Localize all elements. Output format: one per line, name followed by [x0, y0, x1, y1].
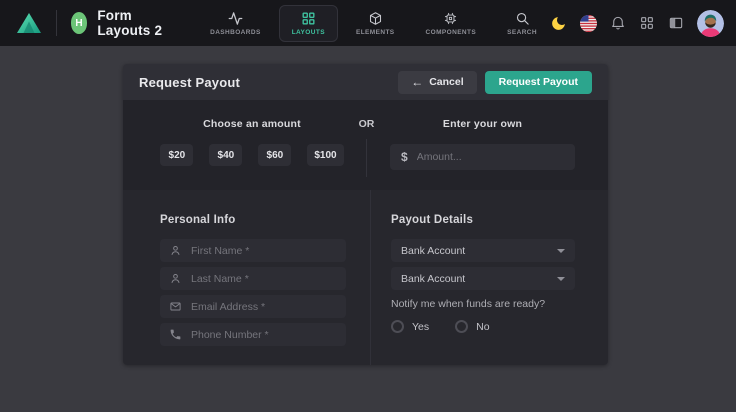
chevron-down-icon: [557, 277, 565, 281]
notify-question-label: Notify me when funds are ready?: [391, 298, 575, 310]
page-title: Form Layouts 2: [97, 8, 175, 38]
email-field: [160, 295, 346, 318]
phone-field: [160, 323, 346, 346]
card-title: Request Payout: [139, 75, 240, 90]
preset-amount-40[interactable]: $40: [209, 144, 242, 166]
first-name-input[interactable]: [191, 245, 337, 257]
envelope-icon: [169, 300, 182, 313]
or-divider-line: [366, 139, 367, 177]
person-icon: [169, 244, 182, 257]
menu-item-components[interactable]: COMPONENTS: [413, 5, 490, 42]
select-value: Bank Account: [401, 273, 465, 285]
bank-account-select-1[interactable]: Bank Account: [391, 239, 575, 262]
phone-icon: [169, 328, 182, 341]
notify-radio-group: Yes No: [391, 320, 575, 333]
card-body: Personal Info: [123, 190, 608, 365]
amount-presets: $20 $40 $60 $100: [160, 144, 343, 166]
radio-yes[interactable]: Yes: [391, 320, 429, 333]
triangle-logo-icon: [16, 12, 42, 34]
personal-info-column: Personal Info: [160, 190, 370, 365]
payout-details-heading: Payout Details: [391, 214, 575, 226]
bank-account-select-2[interactable]: Bank Account: [391, 267, 575, 290]
chip-icon: [443, 11, 458, 26]
sidebar-toggle-icon: [668, 15, 684, 31]
or-label: OR: [359, 118, 375, 130]
menu-label: SEARCH: [507, 29, 537, 36]
menu-item-elements[interactable]: ELEMENTS: [343, 5, 408, 42]
top-navbar: H Form Layouts 2 DASHBOARDS LAYOUTS ELEM…: [0, 0, 736, 46]
chevron-down-icon: [557, 249, 565, 253]
enter-your-own-group: Enter your own $: [390, 118, 575, 190]
language-selector[interactable]: [580, 15, 597, 32]
menu-item-search[interactable]: SEARCH: [494, 5, 550, 42]
main-menu: DASHBOARDS LAYOUTS ELEMENTS COMPONENTS: [197, 5, 550, 42]
apps-menu-button[interactable]: [639, 15, 655, 31]
custom-amount-input[interactable]: [417, 151, 564, 163]
radio-no[interactable]: No: [455, 320, 489, 333]
preset-amount-20[interactable]: $20: [160, 144, 193, 166]
search-icon: [515, 11, 530, 26]
card-header: Request Payout ← Cancel Request Payout: [123, 64, 608, 100]
request-payout-card: Request Payout ← Cancel Request Payout C…: [123, 64, 608, 365]
preset-amount-100[interactable]: $100: [307, 144, 343, 166]
menu-label: ELEMENTS: [356, 29, 395, 36]
language-flag-icon: [580, 15, 597, 32]
sidebar-toggle-button[interactable]: [668, 15, 684, 31]
menu-item-layouts[interactable]: LAYOUTS: [279, 5, 338, 42]
page-brand[interactable]: H Form Layouts 2: [71, 8, 175, 38]
preset-amount-60[interactable]: $60: [258, 144, 291, 166]
amount-section: Choose an amount $20 $40 $60 $100 OR Ent…: [123, 100, 608, 190]
navbar-divider: [56, 10, 57, 36]
radio-circle-icon: [391, 320, 404, 333]
theme-moon-icon: [550, 15, 567, 32]
theme-toggle[interactable]: [550, 15, 567, 32]
last-name-field: [160, 267, 346, 290]
menu-label: LAYOUTS: [292, 29, 325, 36]
activity-icon: [228, 11, 243, 26]
person-icon: [169, 272, 182, 285]
last-name-input[interactable]: [191, 273, 337, 285]
select-value: Bank Account: [401, 245, 465, 257]
phone-input[interactable]: [191, 329, 337, 341]
custom-amount-field: $: [390, 144, 575, 170]
radio-yes-label: Yes: [412, 321, 429, 333]
user-avatar-image: [697, 10, 724, 37]
first-name-field: [160, 239, 346, 262]
back-arrow-icon: ←: [411, 76, 423, 88]
notifications-button[interactable]: [610, 15, 626, 31]
menu-label: COMPONENTS: [426, 29, 477, 36]
apps-grid-icon: [639, 15, 655, 31]
personal-info-heading: Personal Info: [160, 214, 346, 226]
choose-amount-label: Choose an amount: [203, 118, 301, 130]
payout-details-column: Payout Details Bank Account Bank Account…: [370, 190, 575, 365]
cancel-button[interactable]: ← Cancel: [398, 71, 476, 94]
menu-label: DASHBOARDS: [210, 29, 261, 36]
cube-icon: [368, 11, 383, 26]
email-input[interactable]: [191, 301, 337, 313]
enter-own-label: Enter your own: [443, 118, 522, 130]
menu-item-dashboards[interactable]: DASHBOARDS: [197, 5, 274, 42]
dollar-icon: $: [401, 150, 408, 164]
card-header-actions: ← Cancel Request Payout: [398, 71, 592, 94]
layout-grid-icon: [301, 11, 316, 26]
notifications-bell-icon: [610, 15, 626, 31]
radio-no-label: No: [476, 321, 489, 333]
request-payout-button[interactable]: Request Payout: [485, 71, 592, 94]
navbar-controls: [550, 10, 724, 37]
app-logo[interactable]: [16, 12, 42, 34]
cancel-button-label: Cancel: [429, 76, 463, 88]
choose-amount-group: Choose an amount $20 $40 $60 $100: [161, 118, 343, 190]
or-divider: OR: [343, 118, 390, 190]
radio-circle-icon: [455, 320, 468, 333]
brand-avatar: H: [71, 12, 88, 34]
user-avatar[interactable]: [697, 10, 724, 37]
